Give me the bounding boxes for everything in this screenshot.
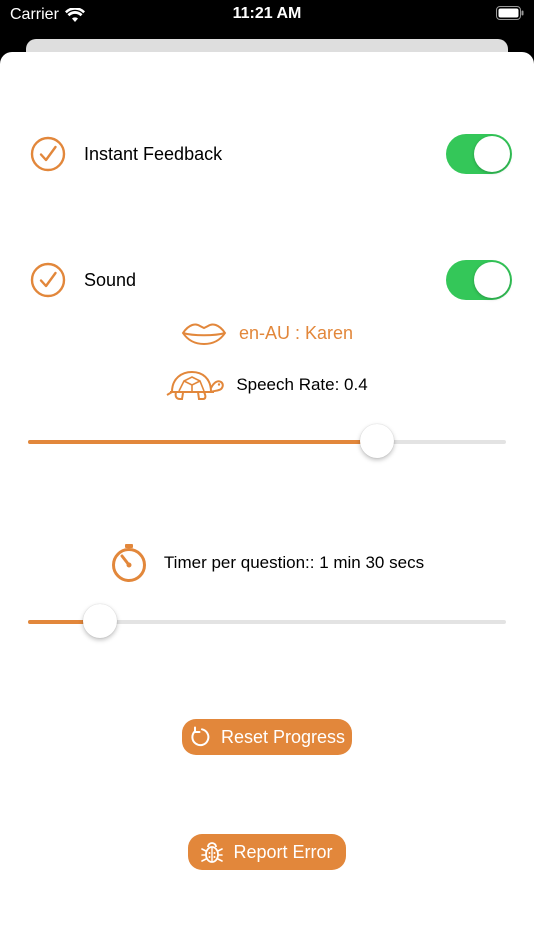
speech-rate-label: Speech Rate: 0.4 [236, 375, 368, 394]
reset-progress-button[interactable]: Reset Progress [182, 719, 352, 755]
sound-toggle[interactable] [446, 260, 512, 300]
reset-progress-label: Reset Progress [220, 726, 346, 747]
status-bar: Carrier 11:21 AM [0, 0, 534, 30]
speech-rate-slider[interactable] [28, 421, 506, 461]
timer-slider[interactable] [28, 601, 506, 641]
settings-sheet [0, 52, 534, 950]
instant-feedback-toggle[interactable] [446, 134, 512, 174]
turtle-icon [166, 370, 225, 400]
instant-feedback-label: Instant Feedback [84, 143, 223, 164]
report-error-label: Report Error [233, 841, 333, 862]
instant-feedback-row: Instant Feedback [30, 134, 512, 174]
report-error-button[interactable]: Report Error [188, 834, 346, 870]
refresh-icon [191, 726, 210, 747]
toggle-knob [474, 262, 510, 298]
timer-row: Timer per question:: 1 min 30 secs [0, 543, 534, 583]
slider-fill [28, 440, 377, 444]
timer-label: Timer per question:: 1 min 30 secs [163, 553, 425, 572]
status-time: 11:21 AM [232, 5, 302, 22]
sound-label: Sound [84, 269, 137, 290]
lips-icon [181, 323, 227, 346]
speech-rate-row: Speech Rate: 0.4 [0, 366, 534, 404]
slider-thumb[interactable] [359, 424, 394, 458]
check-circle-icon [30, 136, 66, 172]
sound-row: Sound [30, 260, 512, 300]
check-circle-icon [30, 262, 66, 298]
voice-selector[interactable]: en-AU : Karen [0, 316, 534, 350]
bug-icon [201, 842, 224, 863]
stopwatch-icon [111, 544, 146, 582]
toggle-knob [474, 136, 510, 172]
voice-label[interactable]: en-AU : Karen [239, 323, 353, 344]
battery-icon [496, 6, 524, 20]
slider-thumb[interactable] [82, 604, 117, 638]
